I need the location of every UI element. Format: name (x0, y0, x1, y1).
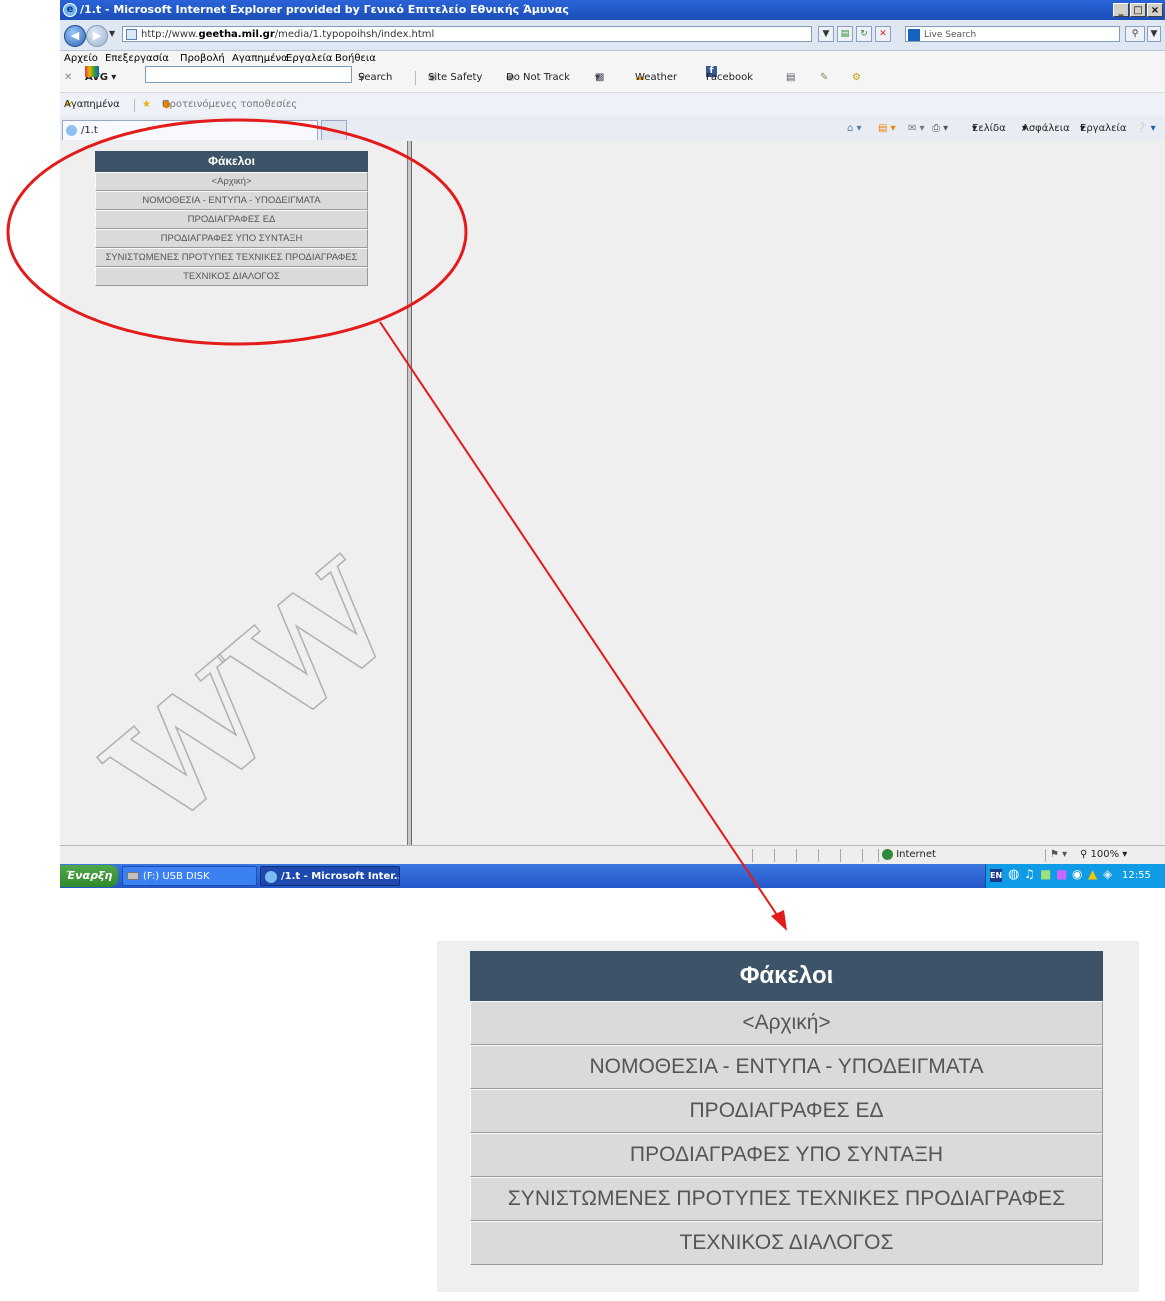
highlight-ellipse (6, 118, 468, 346)
callout-arrow-line (379, 321, 780, 919)
callout-arrow-head (771, 910, 787, 931)
annotation-overlay (6, 118, 787, 931)
